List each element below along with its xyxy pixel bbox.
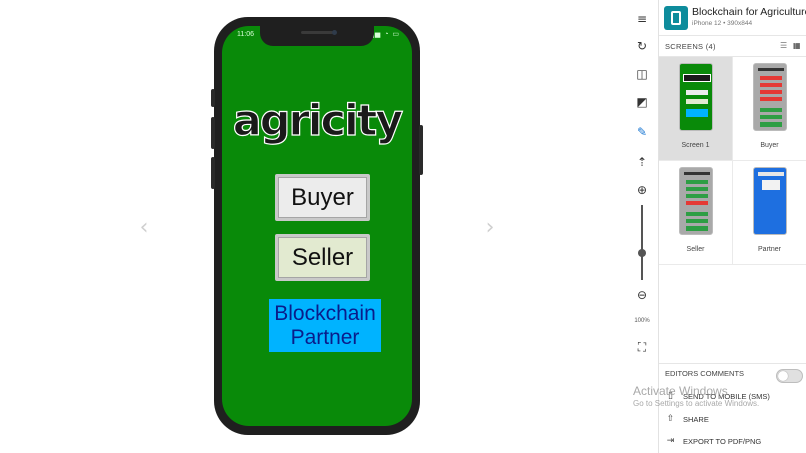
screen-thumb-label: Screen 1 — [681, 142, 710, 149]
buyer-button[interactable]: Buyer — [275, 174, 370, 221]
project-name: Blockchain for Agriculture — [692, 6, 806, 18]
screen-thumb-partner[interactable]: Partner — [733, 161, 806, 265]
seller-button[interactable]: Seller — [275, 234, 370, 281]
editors-comments-label: EDITORS COMMENTS — [665, 369, 745, 378]
buyer-button-label: Buyer — [291, 183, 354, 211]
divider — [659, 35, 806, 36]
project-icon — [664, 6, 688, 30]
export-label: EXPORT TO PDF/PNG — [683, 436, 762, 446]
phone-notch — [260, 26, 374, 46]
screens-header: SCREENS (4) — [665, 42, 716, 51]
share-icon: ⇧ — [666, 414, 675, 424]
partner-button-line1: Blockchain — [274, 301, 376, 325]
phone-screen: 11:06 ▁▃▅ ◔ ▭ agricity Buyer Seller Bloc… — [222, 26, 412, 426]
partner-button-line2: Partner — [290, 325, 360, 349]
seller-preview — [679, 167, 713, 235]
zoom-slider-handle[interactable] — [638, 249, 646, 257]
zoom-level: 100% — [634, 318, 650, 324]
list-view-icon[interactable]: ☰ — [780, 41, 787, 50]
export-icon: ⇥ — [666, 436, 675, 446]
buyer-preview — [753, 63, 787, 131]
editors-comments-toggle[interactable] — [776, 369, 803, 383]
screen-thumb-buyer[interactable]: Buyer — [733, 57, 806, 161]
previous-screen-arrow[interactable]: ‹ — [137, 216, 151, 240]
project-device: iPhone 12 • 390x844 — [692, 20, 753, 27]
phone-power-button — [419, 125, 423, 175]
share-button[interactable]: ⇧ SHARE — [665, 414, 709, 424]
divider — [659, 363, 806, 364]
share-label: SHARE — [683, 414, 709, 424]
phone-volume-up — [211, 117, 215, 149]
edit-icon[interactable]: ✎ — [634, 124, 650, 140]
zoom-out-icon[interactable]: ⊖ — [634, 287, 650, 303]
speaker-grille — [301, 31, 333, 34]
fullscreen-icon[interactable]: ⛶ — [634, 339, 650, 355]
phone-mute-switch — [211, 89, 215, 107]
zoom-in-icon[interactable]: ⊕ — [634, 182, 650, 198]
prototype-viewer: ‹ › 11:06 ▁▃▅ ◔ ▭ agricity Buyer Seller … — [0, 0, 806, 453]
zoom-slider-track[interactable] — [641, 205, 643, 280]
screen-thumb-label: Partner — [758, 246, 781, 253]
menu-icon[interactable]: ≡ — [634, 11, 650, 27]
partner-preview — [753, 167, 787, 235]
contrast-icon[interactable]: ◩ — [634, 94, 650, 110]
screen-1-preview — [679, 63, 713, 131]
phone-frame: 11:06 ▁▃▅ ◔ ▭ agricity Buyer Seller Bloc… — [211, 17, 423, 435]
screen-thumb-seller[interactable]: Seller — [659, 161, 733, 265]
app-title: agricity — [232, 95, 404, 146]
screen-thumb-label: Buyer — [760, 142, 779, 149]
screen-thumb-screen-1[interactable]: Screen 1 — [659, 57, 733, 161]
phone-volume-down — [211, 157, 215, 189]
next-screen-arrow[interactable]: › — [483, 216, 497, 240]
refresh-icon[interactable]: ↻ — [634, 38, 650, 54]
seller-button-label: Seller — [291, 243, 354, 271]
screen-thumb-label: Seller — [686, 246, 705, 253]
export-button[interactable]: ⇥ EXPORT TO PDF/PNG — [665, 436, 762, 446]
status-time: 11:06 — [237, 31, 254, 38]
camera-icon — [332, 30, 337, 35]
upload-icon[interactable]: ⇡ — [634, 154, 650, 170]
grid-view-icon[interactable]: ▦ — [793, 41, 801, 50]
windows-activation-watermark: Activate Windows — [633, 384, 728, 398]
windows-activation-hint: Go to Settings to activate Windows. — [633, 399, 760, 408]
blockchain-partner-button[interactable]: Blockchain Partner — [269, 299, 381, 352]
compare-icon[interactable]: ◫ — [634, 66, 650, 82]
